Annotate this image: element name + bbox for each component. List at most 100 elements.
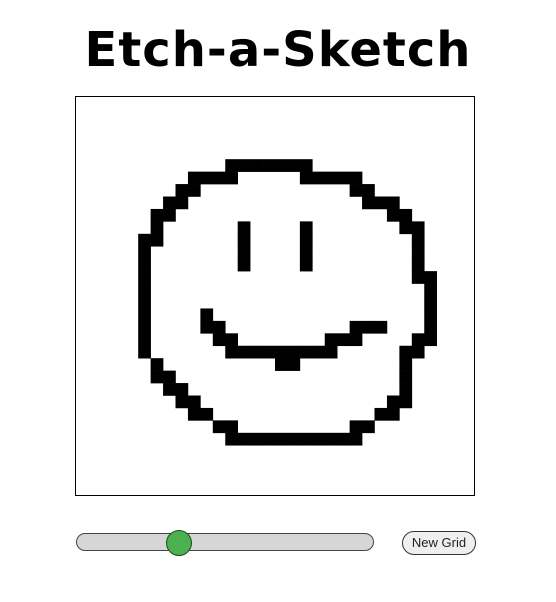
grid-cell[interactable]	[324, 171, 338, 185]
grid-cell[interactable]	[374, 320, 388, 334]
sketch-grid[interactable]	[75, 96, 475, 496]
grid-size-slider[interactable]	[75, 530, 377, 558]
grid-cell[interactable]	[237, 345, 251, 359]
grid-cell[interactable]	[411, 271, 425, 284]
grid-cell[interactable]	[299, 159, 313, 172]
grid-cell[interactable]	[299, 246, 313, 259]
grid-cell[interactable]	[374, 196, 388, 210]
grid-cell[interactable]	[386, 395, 400, 409]
grid-cell[interactable]	[299, 171, 313, 185]
grid-cell[interactable]	[411, 233, 425, 247]
grid-cell[interactable]	[150, 358, 164, 371]
grid-cell[interactable]	[237, 258, 251, 272]
grid-cell[interactable]	[225, 420, 238, 434]
grid-cell[interactable]	[411, 246, 425, 259]
grid-cell[interactable]	[312, 345, 326, 359]
grid-cell[interactable]	[225, 159, 238, 172]
grid-cell[interactable]	[324, 345, 338, 359]
grid-cell[interactable]	[275, 358, 288, 371]
grid-cell[interactable]	[424, 308, 437, 322]
grid-cell[interactable]	[138, 283, 151, 297]
grid-cell[interactable]	[187, 171, 201, 185]
grid-cell[interactable]	[386, 407, 400, 421]
grid-cell[interactable]	[362, 196, 375, 210]
grid-cell[interactable]	[337, 171, 350, 185]
grid-cell[interactable]	[200, 308, 214, 322]
grid-cell[interactable]	[424, 333, 437, 347]
grid-cell[interactable]	[399, 358, 413, 371]
grid-cell[interactable]	[175, 395, 189, 409]
grid-cell[interactable]	[237, 233, 251, 247]
grid-cell[interactable]	[424, 271, 437, 284]
grid-cell[interactable]	[187, 407, 201, 421]
grid-cell[interactable]	[349, 184, 363, 197]
grid-cell[interactable]	[349, 320, 363, 334]
grid-cell[interactable]	[262, 345, 276, 359]
new-grid-button[interactable]: New Grid	[402, 531, 476, 555]
grid-cell[interactable]	[163, 196, 176, 210]
grid-cell[interactable]	[138, 320, 151, 334]
grid-cell[interactable]	[200, 171, 214, 185]
grid-cell[interactable]	[138, 308, 151, 322]
grid-cell[interactable]	[237, 432, 251, 446]
grid-cell[interactable]	[349, 171, 363, 185]
grid-cell[interactable]	[212, 420, 226, 434]
grid-cell[interactable]	[399, 383, 413, 396]
grid-cell[interactable]	[287, 358, 301, 371]
grid-cell[interactable]	[262, 432, 276, 446]
grid-cell[interactable]	[275, 432, 288, 446]
grid-cell[interactable]	[299, 221, 313, 235]
grid-cell[interactable]	[386, 196, 400, 210]
grid-cell[interactable]	[212, 171, 226, 185]
grid-cell[interactable]	[299, 233, 313, 247]
grid-cell[interactable]	[200, 320, 214, 334]
grid-cell[interactable]	[138, 345, 151, 359]
grid-cell[interactable]	[175, 383, 189, 396]
grid-cell[interactable]	[225, 333, 238, 347]
grid-cell[interactable]	[374, 407, 388, 421]
grid-cell[interactable]	[250, 345, 263, 359]
grid-cell[interactable]	[424, 283, 437, 297]
grid-cell[interactable]	[225, 345, 238, 359]
grid-cell[interactable]	[275, 159, 288, 172]
grid-cell[interactable]	[187, 395, 201, 409]
grid-cell[interactable]	[399, 395, 413, 409]
grid-cell[interactable]	[424, 320, 437, 334]
grid-cell[interactable]	[175, 184, 189, 197]
grid-cell[interactable]	[299, 432, 313, 446]
grid-cell[interactable]	[312, 432, 326, 446]
grid-cell[interactable]	[362, 420, 375, 434]
grid-cell[interactable]	[262, 159, 276, 172]
grid-cell[interactable]	[312, 171, 326, 185]
grid-cell[interactable]	[337, 333, 350, 347]
grid-cell[interactable]	[324, 432, 338, 446]
grid-cell[interactable]	[237, 221, 251, 235]
grid-cell[interactable]	[250, 432, 263, 446]
grid-cell[interactable]	[399, 221, 413, 235]
grid-cell[interactable]	[163, 370, 176, 384]
grid-cell[interactable]	[349, 333, 363, 347]
grid-cell[interactable]	[411, 258, 425, 272]
grid-cell[interactable]	[150, 208, 164, 222]
grid-cell[interactable]	[163, 383, 176, 396]
grid-cell[interactable]	[424, 296, 437, 309]
grid-cell[interactable]	[411, 333, 425, 347]
grid-cell[interactable]	[212, 333, 226, 347]
grid-cell[interactable]	[399, 208, 413, 222]
grid-cell[interactable]	[138, 258, 151, 272]
grid-cell[interactable]	[212, 320, 226, 334]
grid-cell[interactable]	[237, 159, 251, 172]
grid-cell[interactable]	[349, 420, 363, 434]
grid-cell[interactable]	[225, 171, 238, 185]
grid-cell[interactable]	[411, 221, 425, 235]
grid-cell[interactable]	[399, 370, 413, 384]
grid-cell[interactable]	[138, 233, 151, 247]
slider-track[interactable]	[76, 533, 374, 551]
grid-cell[interactable]	[237, 246, 251, 259]
grid-cell[interactable]	[299, 258, 313, 272]
grid-cell[interactable]	[150, 370, 164, 384]
grid-cell[interactable]	[362, 320, 375, 334]
grid-cell[interactable]	[138, 333, 151, 347]
grid-cell[interactable]	[150, 233, 164, 247]
grid-cell[interactable]	[287, 345, 301, 359]
